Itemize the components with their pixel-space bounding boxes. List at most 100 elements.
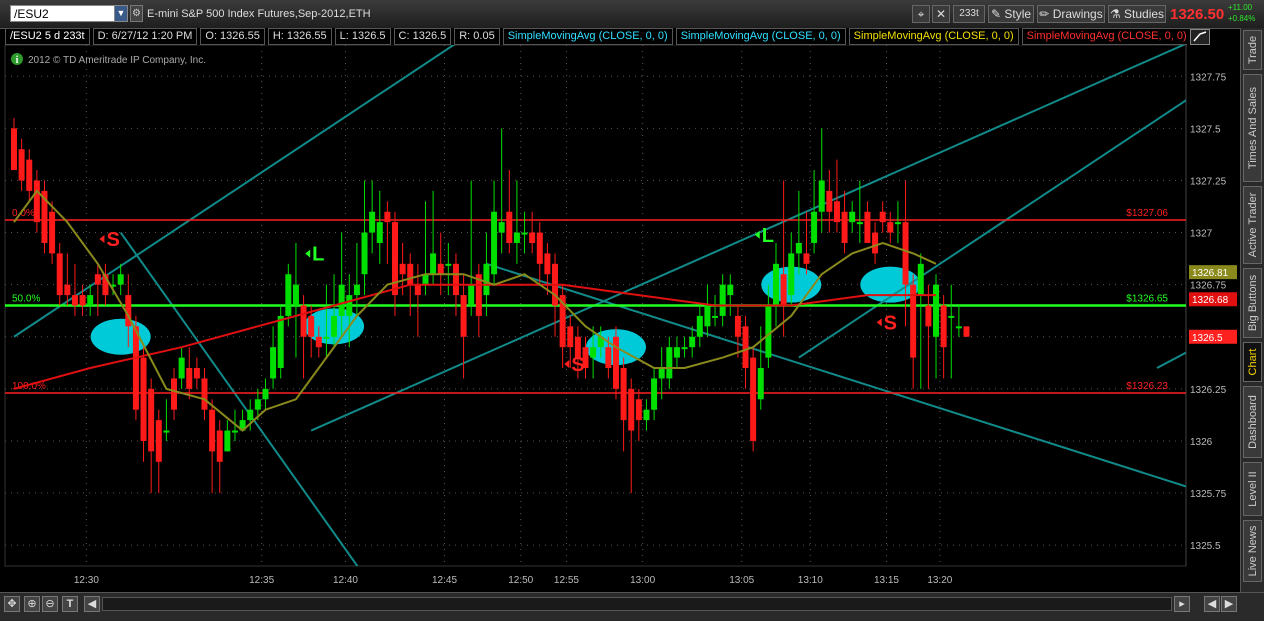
tab-chart[interactable]: Chart	[1243, 342, 1262, 382]
scroll-left-icon[interactable]: ◀	[84, 596, 100, 612]
price-marker-label: 1326.81	[1192, 268, 1229, 279]
candle-body	[773, 263, 779, 306]
studies-button-label: Studies	[1124, 7, 1165, 21]
drawings-button[interactable]: ✏ Drawings	[1037, 5, 1105, 23]
candle-body	[765, 305, 772, 358]
candle-body	[826, 190, 833, 212]
candle-body	[811, 211, 818, 243]
info-date: D: 6/27/12 1:20 PM	[92, 28, 198, 45]
text-tool-icon[interactable]: T	[62, 596, 78, 612]
candle-body	[361, 232, 368, 275]
scroll-back-icon[interactable]: ◀	[1204, 596, 1220, 612]
candle-body	[757, 368, 764, 400]
candle-body	[315, 336, 322, 348]
candle-body	[529, 232, 536, 243]
candle-body	[369, 211, 376, 233]
candle-body	[171, 378, 178, 410]
candle-body	[94, 274, 101, 285]
signal-l: L	[762, 225, 774, 247]
candle-body	[216, 430, 223, 462]
tab-live-news[interactable]: Live News	[1243, 520, 1262, 582]
tab-trade[interactable]: Trade	[1243, 30, 1262, 70]
candle-body	[742, 326, 749, 369]
candle-body	[414, 284, 421, 296]
chart-type-icon[interactable]	[1190, 29, 1210, 45]
x-tick-label: 13:05	[729, 575, 754, 586]
candle-body	[719, 284, 726, 316]
highlight-ellipse	[90, 318, 151, 355]
symbol-dropdown-icon[interactable]: ▼	[114, 5, 128, 22]
zoom-in-icon[interactable]: ⊕	[24, 596, 40, 612]
candle-body	[483, 263, 490, 296]
studies-button[interactable]: ⚗ Studies	[1108, 5, 1166, 23]
y-tick-label: 1326	[1190, 437, 1213, 448]
candle-body	[643, 409, 650, 421]
drawings-button-label: Drawings	[1052, 7, 1103, 21]
style-button[interactable]: ✎ Style	[988, 5, 1034, 23]
zoom-out-icon[interactable]: ⊖	[42, 596, 58, 612]
fib-price-label: $1327.06	[1126, 208, 1168, 219]
candle-body	[902, 222, 909, 285]
candle-body	[231, 430, 238, 433]
crosshair-icon[interactable]: ⌖	[912, 5, 930, 23]
candle-body	[780, 274, 787, 306]
candle-body	[64, 284, 71, 296]
candle-body	[277, 315, 284, 369]
signal-s: S	[884, 312, 897, 334]
scroll-forward-icon[interactable]: ▶	[1221, 596, 1237, 612]
price-chart[interactable]: 1325.5 1325.75 1326 1326.25 1326.5 1326.75 132…	[0, 45, 1240, 592]
y-tick-label: 1327.5	[1190, 124, 1221, 135]
symbol-input[interactable]: /ESU2	[10, 5, 126, 22]
candle-body	[163, 430, 170, 433]
candle-body	[148, 388, 155, 452]
candle-body	[270, 347, 277, 379]
candle-body	[833, 201, 840, 223]
study-label-0[interactable]: SimpleMovingAvg (CLOSE, 0, 0)	[502, 28, 673, 45]
settings-icon[interactable]: ⚙	[130, 5, 143, 22]
aggregation-button[interactable]: 233t	[953, 5, 985, 23]
candle-body	[468, 284, 475, 306]
percent-change: +0.84%	[1228, 14, 1256, 23]
candle-body	[445, 263, 452, 266]
study-label-2[interactable]: SimpleMovingAvg (CLOSE, 0, 0)	[848, 28, 1019, 45]
candle-body	[452, 263, 459, 296]
candle-body	[308, 315, 315, 337]
tab-dashboard[interactable]: Dashboard	[1243, 386, 1262, 458]
candle-body	[87, 295, 94, 306]
pan-icon[interactable]: ✥	[4, 596, 20, 612]
instrument-title: E-mini S&P 500 Index Futures,Sep-2012,ET…	[147, 8, 371, 20]
x-tick-label: 12:30	[74, 575, 99, 586]
candle-body	[849, 211, 856, 223]
candle-body	[925, 305, 932, 327]
candle-body	[750, 357, 757, 441]
info-bar: /ESU2 5 d 233t D: 6/27/12 1:20 PM O: 1326.…	[5, 28, 1187, 45]
candle-body	[132, 326, 139, 410]
tab-level-ii[interactable]: Level II	[1243, 462, 1262, 516]
candle-body	[955, 326, 962, 329]
tab-big-buttons[interactable]: Big Buttons	[1243, 268, 1262, 338]
candle-body	[681, 347, 688, 350]
candle-body	[11, 128, 17, 171]
study-label-3[interactable]: SimpleMovingAvg (CLOSE, 0, 0)	[1021, 28, 1187, 45]
info-low: L: 1326.5	[334, 28, 391, 45]
candle-body	[498, 222, 505, 233]
time-scrollbar[interactable]	[102, 597, 1172, 611]
fib-level-label: 100.0%	[12, 381, 46, 392]
info-range: R: 0.05	[454, 28, 500, 45]
candle-body	[727, 284, 734, 296]
scroll-end-icon[interactable]: ▸	[1174, 596, 1190, 612]
candle-body	[696, 315, 703, 337]
x-tick-label: 13:00	[630, 575, 655, 586]
tools-icon[interactable]: ✕	[932, 5, 950, 23]
candle-body	[818, 180, 825, 212]
tab-times-and-sales[interactable]: Times And Sales	[1243, 74, 1262, 182]
info-open: O: 1326.55	[200, 28, 265, 45]
study-label-1[interactable]: SimpleMovingAvg (CLOSE, 0, 0)	[675, 28, 846, 45]
candle-body	[437, 263, 444, 275]
side-panel: Trade Times And Sales Active Trader Big But…	[1240, 28, 1264, 592]
candle-body	[26, 159, 33, 191]
candle-body	[879, 211, 886, 223]
candle-body	[635, 399, 642, 421]
candle-body	[56, 253, 63, 296]
tab-active-trader[interactable]: Active Trader	[1243, 186, 1262, 264]
